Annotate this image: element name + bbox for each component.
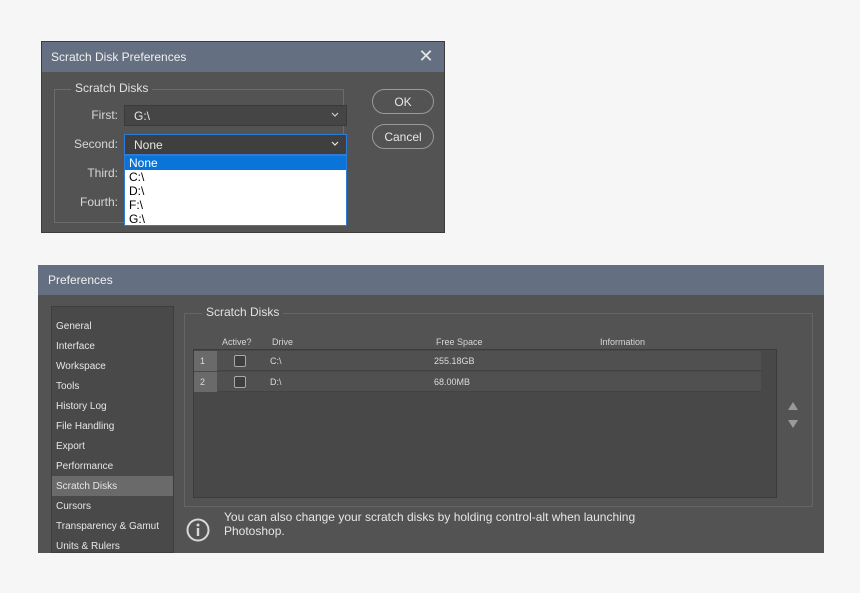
free-space-cell: 255.18GB [434,356,475,366]
row-number: 2 [194,372,217,392]
preferences-dialog: Preferences General Interface Workspace … [38,265,824,553]
chevron-down-icon [331,141,339,146]
dialog-title-bar: Preferences [38,265,824,295]
drive-cell: D:\ [270,377,282,387]
group-title: Scratch Disks [71,81,153,95]
sidebar-item-tools[interactable]: Tools [52,376,173,396]
info-message: You can also change your scratch disks b… [224,510,636,538]
first-label: First: [91,108,118,122]
row-number: 1 [194,351,217,371]
sidebar-item-export[interactable]: Export [52,436,173,456]
active-checkbox[interactable] [234,355,246,367]
column-header-active: Active? [222,337,252,347]
column-header-drive: Drive [272,337,294,347]
sidebar-item-scratch-disks[interactable]: Scratch Disks [52,476,173,496]
sidebar-item-units-rulers[interactable]: Units & Rulers [52,536,173,552]
move-down-icon[interactable] [788,420,798,428]
sidebar-item-general[interactable]: General [52,316,173,336]
fourth-label: Fourth: [79,195,118,209]
sidebar-item-file-handling[interactable]: File Handling [52,416,173,436]
cancel-button[interactable]: Cancel [372,124,434,149]
second-disk-select[interactable]: None [124,134,347,155]
chevron-down-icon [331,112,339,117]
panel-title: Scratch Disks [202,305,284,319]
dropdown-option-d[interactable]: D:\ [125,184,346,198]
sidebar-item-performance[interactable]: Performance [52,456,173,476]
second-label: Second: [73,137,118,151]
dropdown-option-none[interactable]: None [125,156,346,170]
dropdown-option-g[interactable]: G:\ [125,212,346,226]
table-row[interactable]: 2 D:\ 68.00MB [194,372,761,392]
first-disk-value: G:\ [134,108,151,123]
scratch-disk-dialog: Scratch Disk Preferences ✕ Scratch Disks… [41,41,445,233]
sidebar-item-workspace[interactable]: Workspace [52,356,173,376]
free-space-cell: 68.00MB [434,377,471,387]
second-disk-dropdown: None C:\ D:\ F:\ G:\ [124,155,347,226]
preferences-sidebar: General Interface Workspace Tools Histor… [51,306,174,553]
dialog-title-bar: Scratch Disk Preferences ✕ [42,42,444,72]
active-checkbox[interactable] [234,376,246,388]
column-header-information: Information [600,337,646,347]
column-header-free-space: Free Space [436,337,483,347]
sidebar-item-interface[interactable]: Interface [52,336,173,356]
first-disk-select[interactable]: G:\ [124,105,347,126]
table-row[interactable]: 1 C:\ 255.18GB [194,351,761,371]
third-label: Third: [87,166,118,180]
info-icon [186,518,210,542]
second-disk-value: None [134,137,163,152]
dropdown-option-f[interactable]: F:\ [125,198,346,212]
move-up-icon[interactable] [788,402,798,410]
sidebar-item-transparency-gamut[interactable]: Transparency & Gamut [52,516,173,536]
close-icon[interactable]: ✕ [416,46,436,66]
sidebar-item-history-log[interactable]: History Log [52,396,173,416]
dropdown-option-c[interactable]: C:\ [125,170,346,184]
scratch-disks-table: 1 C:\ 255.18GB 2 D:\ 68.00MB [193,349,777,498]
ok-button[interactable]: OK [372,89,434,114]
dialog-title: Scratch Disk Preferences [51,50,187,64]
sidebar-item-cursors[interactable]: Cursors [52,496,173,516]
drive-cell: C:\ [270,356,282,366]
dialog-title: Preferences [48,273,113,287]
